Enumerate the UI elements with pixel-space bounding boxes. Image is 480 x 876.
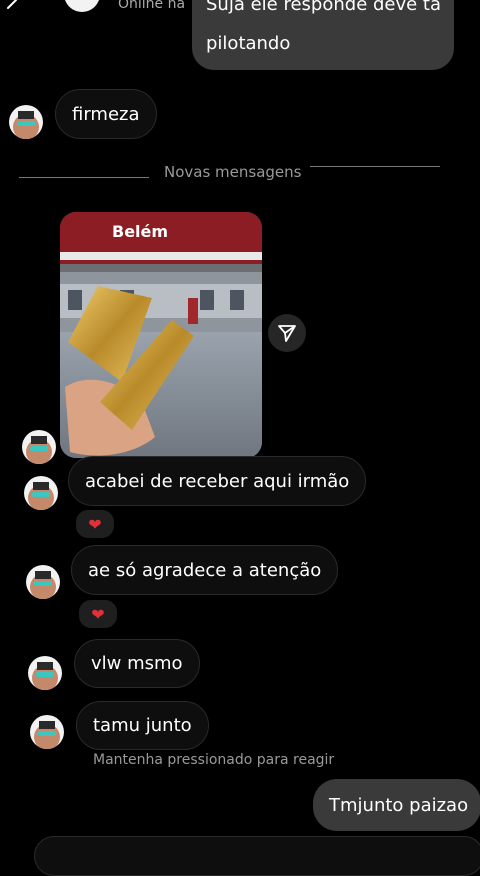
heart-icon: ❤: [91, 604, 105, 624]
incoming-message[interactable]: acabei de receber aqui irmão: [68, 456, 367, 506]
message-text: pilotando: [206, 33, 291, 54]
heart-icon: ❤: [88, 514, 102, 534]
reaction-badge[interactable]: ❤: [74, 508, 116, 540]
message-text: firmeza: [72, 103, 140, 125]
message-text: vlw msmo: [91, 653, 183, 674]
incoming-message[interactable]: vlw msmo: [74, 639, 200, 688]
message-composer[interactable]: [34, 836, 480, 876]
contact-avatar[interactable]: [24, 476, 58, 510]
reaction-hint: Mantenha pressionado para reagir: [93, 752, 335, 768]
contact-avatar[interactable]: [28, 656, 62, 690]
avatar-face-icon: [32, 662, 58, 690]
avatar-face-icon: [30, 571, 56, 599]
contact-avatar[interactable]: [22, 430, 56, 464]
photo-message[interactable]: Belém: [60, 212, 262, 458]
back-arrow-icon[interactable]: [4, 0, 20, 12]
outgoing-message[interactable]: Tmjunto paizao: [313, 779, 480, 831]
station-sign: Belém: [112, 222, 169, 241]
contact-avatar[interactable]: [26, 565, 60, 599]
new-messages-divider: Novas mensagens: [164, 163, 302, 181]
divider-line-right: [310, 166, 440, 167]
avatar-face-icon: [26, 436, 52, 464]
incoming-message[interactable]: tamu junto: [76, 701, 209, 750]
message-text-partial: Suja ele responde deve ta: [206, 0, 442, 15]
message-text: tamu junto: [93, 715, 192, 736]
send-icon: [278, 325, 296, 342]
message-text: acabei de receber aqui irmão: [85, 470, 350, 492]
avatar-face-icon: [13, 111, 39, 139]
message-text: ae só agradece a atenção: [88, 559, 322, 581]
reaction-badge[interactable]: ❤: [77, 598, 119, 630]
avatar-face-icon: [28, 482, 54, 510]
outgoing-message-top[interactable]: Suja ele responde deve ta pilotando: [192, 0, 454, 70]
contact-avatar[interactable]: [30, 715, 64, 749]
share-button[interactable]: [268, 314, 306, 352]
divider-line-left: [19, 177, 149, 178]
message-text: Tmjunto paizao: [329, 794, 469, 816]
avatar-face-icon: [34, 721, 60, 749]
header-avatar[interactable]: [64, 0, 100, 12]
incoming-message[interactable]: ae só agradece a atenção: [71, 545, 339, 595]
photo-image: [60, 212, 262, 458]
incoming-message[interactable]: firmeza: [55, 89, 157, 139]
contact-avatar[interactable]: [9, 105, 43, 139]
